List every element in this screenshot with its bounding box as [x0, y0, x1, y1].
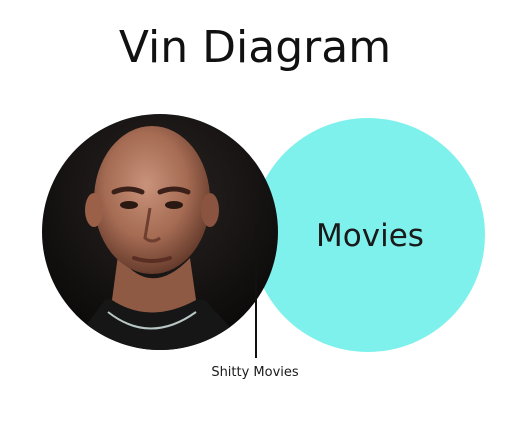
portrait-circle — [42, 114, 278, 350]
movies-label: Movies — [316, 218, 424, 254]
intersection-label: Shitty Movies — [211, 365, 299, 380]
venn-diagram — [42, 114, 485, 358]
